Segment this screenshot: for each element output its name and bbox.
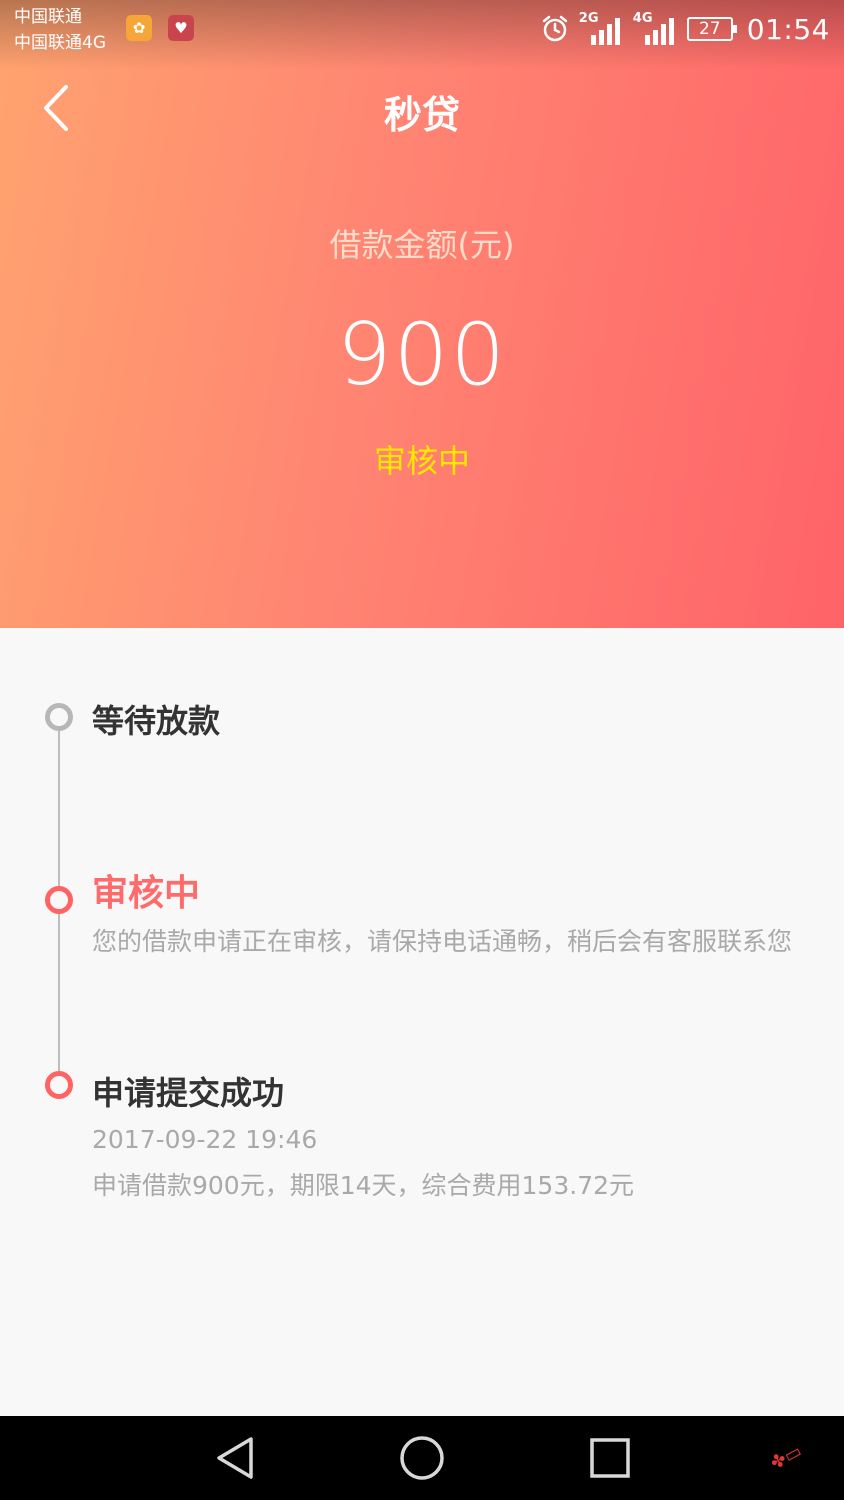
carrier-2: 中国联通4G xyxy=(14,33,106,53)
page-title: 秒贷 xyxy=(383,93,460,137)
amount-label: 借款金额(元) xyxy=(329,226,515,264)
nav-recents-button[interactable] xyxy=(580,1430,640,1486)
progress-timeline: 等待放款 审核中 您的借款申请正在审核，请保持电话通畅，稍后会有客服联系您 申请… xyxy=(0,628,844,1416)
circle-home-icon xyxy=(400,1436,444,1480)
signal-2g-icon: 2G xyxy=(579,11,623,45)
watermark-logo: ✤▭ xyxy=(766,1440,806,1474)
health-app-icon: ♥ xyxy=(168,15,194,41)
loan-status: 审核中 xyxy=(373,442,470,480)
status-icons: 2G 4G 27 01:54 xyxy=(541,11,830,46)
system-nav-bar: ✤▭ xyxy=(0,1416,844,1500)
uc-browser-icon: ✿ xyxy=(126,15,152,41)
alarm-icon xyxy=(542,15,568,42)
screen: 中国联通 中国联通4G ✿ ♥ 2G 4G 27 01:54 秒贷 借款金额(元… xyxy=(0,0,844,1500)
timeline-dot-submitted xyxy=(45,1071,73,1099)
step-review-desc: 您的借款申请正在审核，请保持电话通畅，稍后会有客服联系您 xyxy=(92,927,793,956)
signal-4g-icon: 4G xyxy=(633,11,677,45)
step-submitted-title: 申请提交成功 xyxy=(92,1074,285,1112)
status-bar: 中国联通 中国联通4G ✿ ♥ 2G 4G 27 01:54 xyxy=(0,0,844,60)
battery-icon: 27 xyxy=(686,17,737,41)
hero-header: 中国联通 中国联通4G ✿ ♥ 2G 4G 27 01:54 秒贷 借款金额(元… xyxy=(0,0,844,628)
step-review-title: 审核中 xyxy=(92,873,201,914)
step-submitted-time: 2017-09-22 19:46 xyxy=(92,1125,318,1154)
step-waiting-title: 等待放款 xyxy=(92,702,221,740)
nav-home-button[interactable] xyxy=(392,1430,452,1486)
timeline-dot-active xyxy=(45,886,73,914)
nav-back-button[interactable] xyxy=(205,1430,265,1486)
amount-value: 900 xyxy=(336,305,508,405)
carrier-1: 中国联通 xyxy=(14,7,82,27)
status-clock: 01:54 xyxy=(746,12,830,46)
timeline-dot-pending xyxy=(45,703,73,731)
triangle-back-icon xyxy=(217,1437,253,1479)
square-recents-icon xyxy=(590,1438,630,1478)
step-submitted-desc: 申请借款900元，期限14天，综合费用153.72元 xyxy=(92,1171,635,1200)
